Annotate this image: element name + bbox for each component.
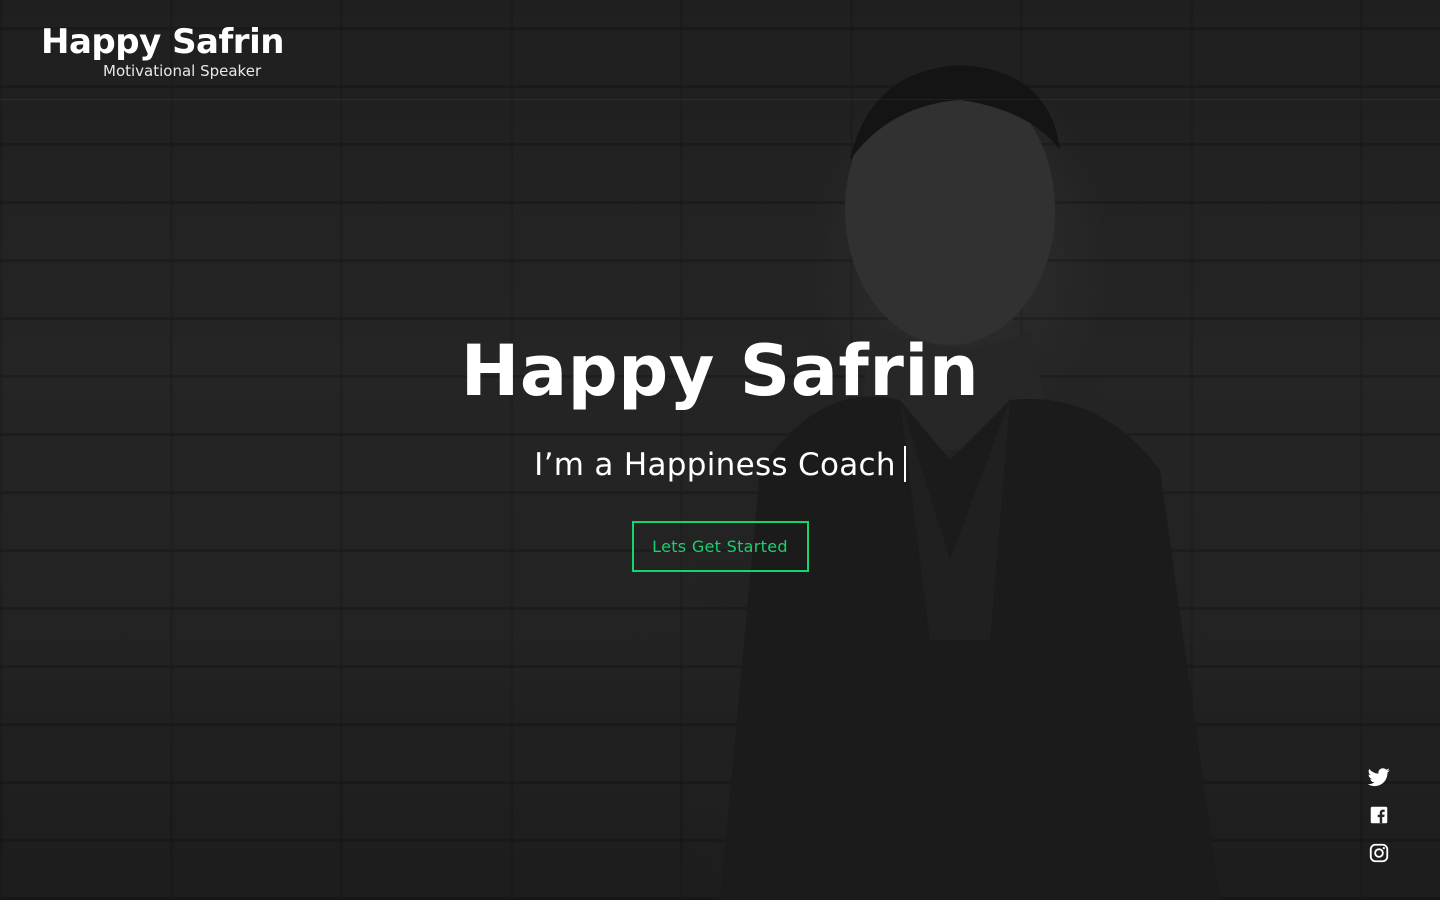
get-started-button[interactable]: Lets Get Started (631, 521, 809, 572)
hero-section: Happy Safrin Motivational Speaker Happy … (0, 0, 1440, 900)
hero-content: Happy Safrin I’m a Happiness Coach Lets … (0, 325, 1440, 572)
hero-subtitle: I’m a Happiness Coach (0, 441, 1440, 489)
hero-subtitle-text: I’m a Happiness Coach (534, 447, 896, 483)
twitter-link[interactable] (1368, 766, 1390, 788)
hero-title: Happy Safrin (460, 330, 980, 412)
logo[interactable]: Happy Safrin Motivational Speaker (41, 20, 284, 80)
logo-tagline: Motivational Speaker (103, 62, 262, 80)
facebook-link[interactable] (1368, 804, 1390, 826)
logo-name: Happy Safrin (41, 22, 284, 62)
instagram-link[interactable] (1368, 842, 1390, 864)
typing-cursor (903, 445, 906, 482)
facebook-icon (1370, 806, 1388, 824)
instagram-icon (1369, 843, 1389, 863)
social-links (1368, 766, 1390, 880)
header-divider (0, 99, 1440, 100)
twitter-icon (1368, 768, 1390, 787)
